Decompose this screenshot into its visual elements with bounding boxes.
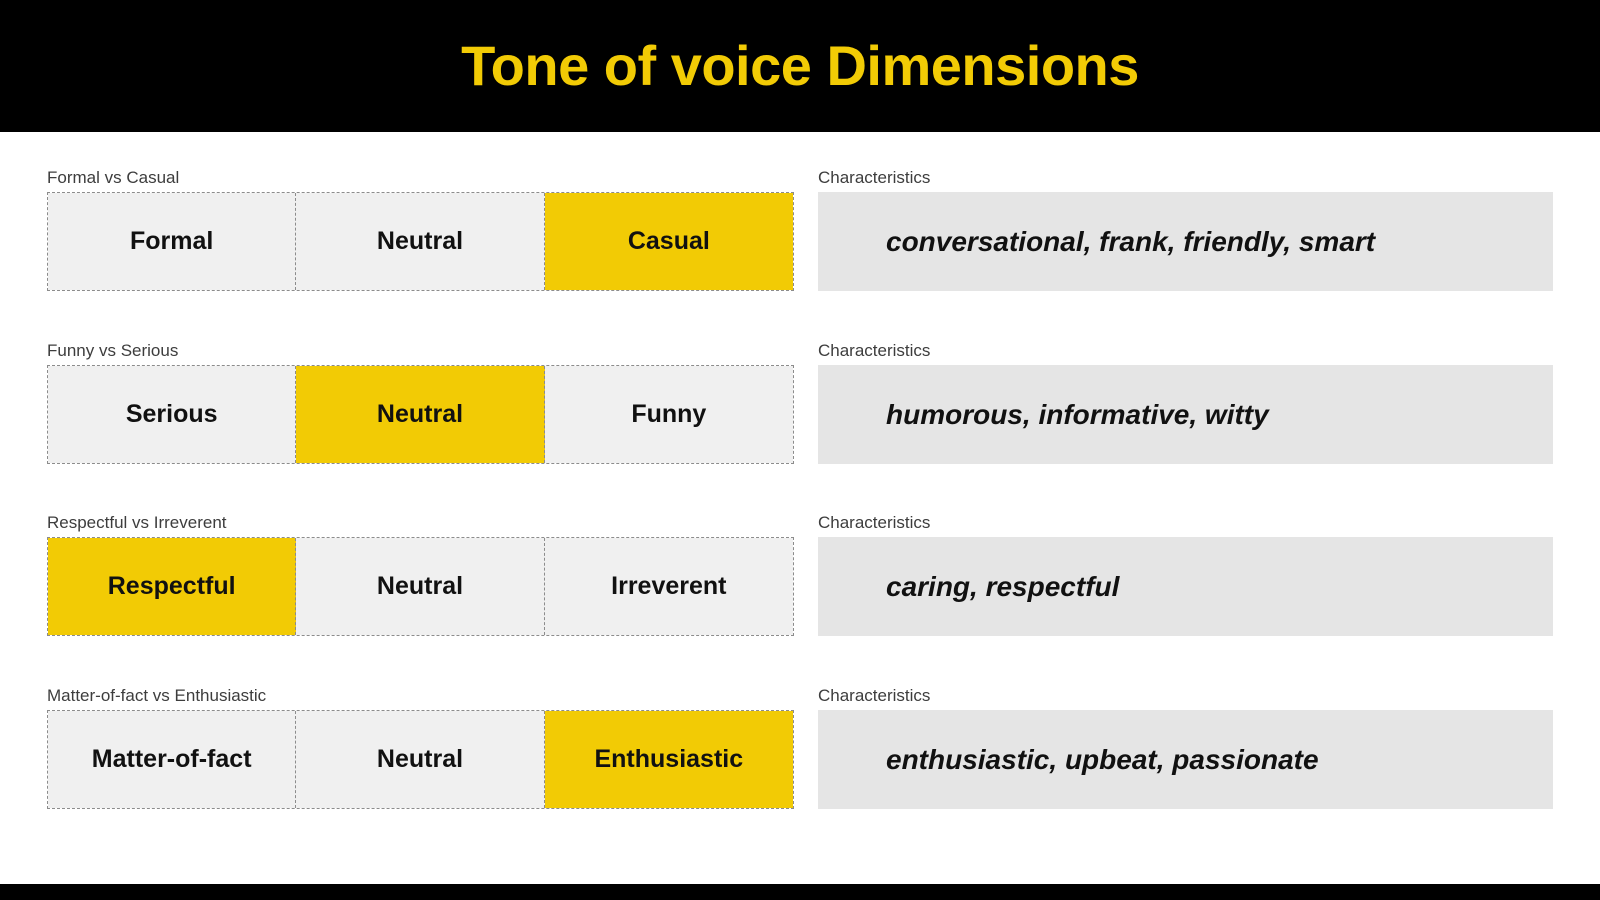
slide-root: Tone of voice Dimensions Formal vs Casua… bbox=[0, 0, 1600, 900]
characteristics-panel: caring, respectful bbox=[818, 537, 1553, 636]
characteristics-text: conversational, frank, friendly, smart bbox=[886, 225, 1376, 257]
scale-block: Respectful vs Irreverent Respectful Neut… bbox=[47, 513, 794, 636]
characteristics-panel: humorous, informative, witty bbox=[818, 365, 1553, 464]
characteristics-block: Characteristics conversational, frank, f… bbox=[818, 168, 1553, 291]
dimension-row: Matter-of-fact vs Enthusiastic Matter-of… bbox=[0, 686, 1600, 821]
characteristics-label: Characteristics bbox=[818, 168, 931, 187]
scale-segment-middle[interactable]: Neutral bbox=[296, 366, 545, 463]
dimension-label: Respectful vs Irreverent bbox=[47, 513, 227, 532]
dimensions-container: Formal vs Casual Formal Neutral Casual C… bbox=[0, 132, 1600, 884]
scale-segment-right[interactable]: Funny bbox=[544, 366, 793, 463]
scale-track: Respectful Neutral Irreverent bbox=[47, 537, 794, 636]
characteristics-block: Characteristics enthusiastic, upbeat, pa… bbox=[818, 686, 1553, 809]
dimension-label: Funny vs Serious bbox=[47, 341, 179, 360]
scale-segment-right[interactable]: Irreverent bbox=[544, 538, 793, 635]
characteristics-text: enthusiastic, upbeat, passionate bbox=[886, 743, 1319, 775]
scale-segment-left[interactable]: Matter-of-fact bbox=[48, 711, 297, 808]
scale-segment-middle[interactable]: Neutral bbox=[296, 711, 545, 808]
characteristics-panel: conversational, frank, friendly, smart bbox=[818, 192, 1553, 291]
dimension-label: Formal vs Casual bbox=[47, 168, 180, 187]
scale-block: Formal vs Casual Formal Neutral Casual bbox=[47, 168, 794, 291]
header-bar: Tone of voice Dimensions bbox=[0, 0, 1600, 132]
dimension-label: Matter-of-fact vs Enthusiastic bbox=[47, 686, 267, 705]
scale-segment-middle[interactable]: Neutral bbox=[296, 538, 545, 635]
characteristics-block: Characteristics caring, respectful bbox=[818, 513, 1553, 636]
scale-track: Matter-of-fact Neutral Enthusiastic bbox=[47, 710, 794, 809]
scale-track: Formal Neutral Casual bbox=[47, 192, 794, 291]
page-title: Tone of voice Dimensions bbox=[461, 34, 1139, 97]
scale-segment-left[interactable]: Serious bbox=[48, 366, 297, 463]
scale-block: Matter-of-fact vs Enthusiastic Matter-of… bbox=[47, 686, 794, 809]
scale-segment-middle[interactable]: Neutral bbox=[296, 193, 545, 290]
footer-bar bbox=[0, 884, 1600, 900]
scale-segment-left[interactable]: Formal bbox=[48, 193, 297, 290]
characteristics-text: humorous, informative, witty bbox=[886, 398, 1269, 430]
characteristics-label: Characteristics bbox=[818, 341, 931, 360]
scale-segment-left[interactable]: Respectful bbox=[48, 538, 297, 635]
characteristics-block: Characteristics humorous, informative, w… bbox=[818, 341, 1553, 464]
characteristics-label: Characteristics bbox=[818, 686, 931, 705]
characteristics-panel: enthusiastic, upbeat, passionate bbox=[818, 710, 1553, 809]
dimension-row: Respectful vs Irreverent Respectful Neut… bbox=[0, 513, 1600, 648]
scale-block: Funny vs Serious Serious Neutral Funny bbox=[47, 341, 794, 464]
scale-segment-right[interactable]: Casual bbox=[544, 193, 793, 290]
dimension-row: Formal vs Casual Formal Neutral Casual C… bbox=[0, 168, 1600, 303]
dimension-row: Funny vs Serious Serious Neutral Funny C… bbox=[0, 341, 1600, 476]
scale-track: Serious Neutral Funny bbox=[47, 365, 794, 464]
characteristics-label: Characteristics bbox=[818, 513, 931, 532]
scale-segment-right[interactable]: Enthusiastic bbox=[544, 711, 793, 808]
characteristics-text: caring, respectful bbox=[886, 570, 1120, 602]
